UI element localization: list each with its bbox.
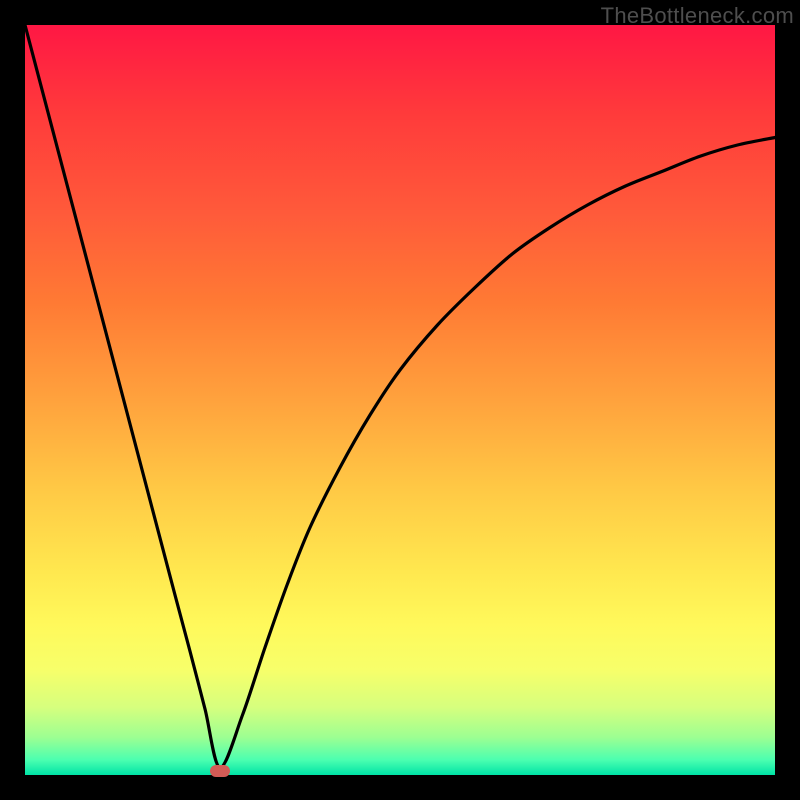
watermark-text: TheBottleneck.com bbox=[601, 3, 794, 29]
minimum-marker bbox=[210, 765, 230, 777]
plot-area bbox=[25, 25, 775, 775]
bottleneck-curve bbox=[25, 25, 775, 775]
chart-frame: TheBottleneck.com bbox=[0, 0, 800, 800]
